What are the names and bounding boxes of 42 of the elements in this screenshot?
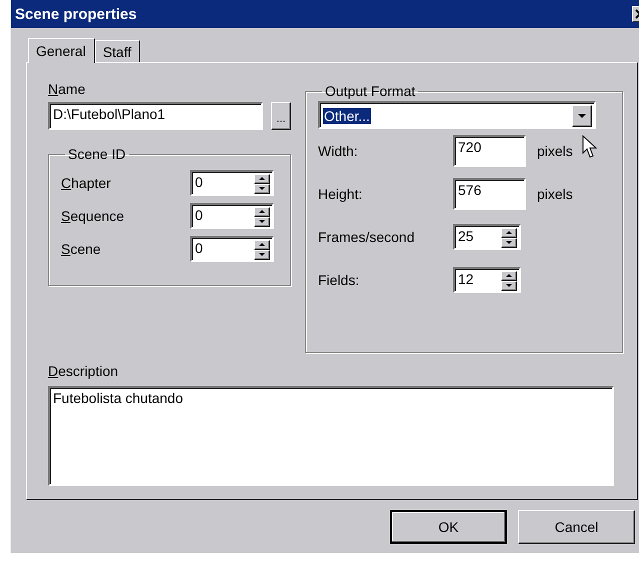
format-dropdown[interactable]: Other... <box>318 101 596 129</box>
group-title: Scene ID <box>67 146 127 162</box>
spin-box[interactable]: 0 <box>190 170 274 196</box>
spin-down-button[interactable] <box>501 280 517 290</box>
browse-button[interactable]: ... <box>271 102 291 130</box>
spin-box[interactable]: 12 <box>453 266 521 292</box>
tab[interactable]: Staff <box>94 40 140 62</box>
spin-box[interactable]: 25 <box>453 224 521 250</box>
dropdown-button[interactable] <box>572 104 592 126</box>
spin-down-button[interactable] <box>254 250 270 260</box>
unit-label: pixels <box>537 142 573 158</box>
dialog-button[interactable]: Cancel <box>518 510 635 544</box>
name-label: Name <box>48 81 86 97</box>
spin-up-button[interactable] <box>501 228 517 238</box>
unit-label: pixels <box>537 186 573 202</box>
name-field[interactable]: D:\Futebol\Plano1 <box>48 102 263 130</box>
field-label: Sequence <box>61 208 124 224</box>
field-label: Width: <box>318 142 359 158</box>
dropdown-value: Other... <box>323 108 371 124</box>
spin-up-button[interactable] <box>254 206 270 216</box>
spin-down-button[interactable] <box>254 216 270 226</box>
spin-up-button[interactable] <box>501 270 517 280</box>
window-title: Scene properties <box>15 6 137 22</box>
input-field[interactable]: 576 <box>453 178 526 210</box>
field-label: Frames/second <box>318 228 416 244</box>
tab[interactable]: General <box>28 38 95 63</box>
spin-down-button[interactable] <box>254 184 270 194</box>
field-label: Chapter <box>61 174 111 190</box>
description-label: Description <box>48 363 118 379</box>
field-label: Height: <box>318 186 364 202</box>
spin-up-button[interactable] <box>254 174 270 184</box>
spin-down-button[interactable] <box>501 238 517 248</box>
field-label: Fields: <box>318 272 360 288</box>
input-field[interactable]: 720 <box>453 134 526 166</box>
spin-up-button[interactable] <box>254 240 270 250</box>
field-label: Scene <box>61 240 101 256</box>
spin-box[interactable]: 0 <box>190 236 274 262</box>
mouse-cursor-icon <box>582 135 598 159</box>
description-field[interactable]: Futebolista chutando <box>48 386 614 486</box>
dialog-button[interactable]: OK <box>390 510 507 544</box>
group-title: Output Format <box>324 83 416 99</box>
spin-box[interactable]: 0 <box>190 202 274 228</box>
